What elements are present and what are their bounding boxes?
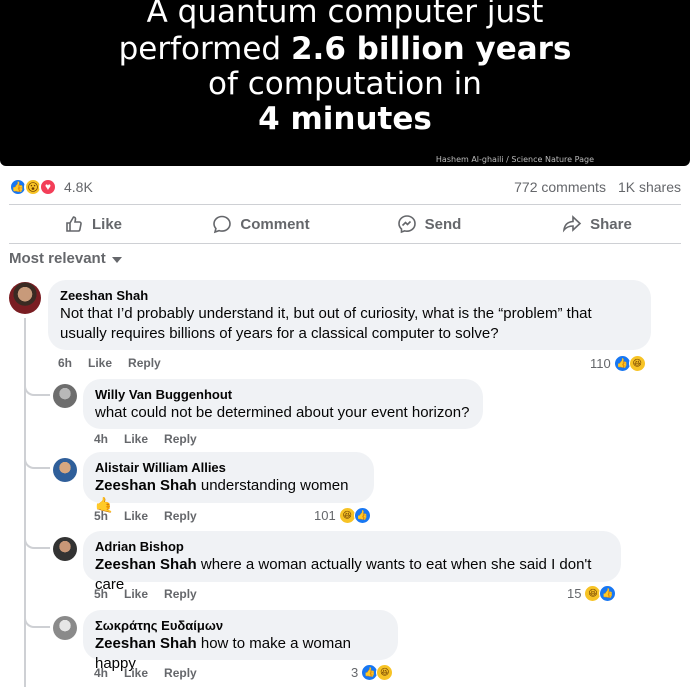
shares-count[interactable]: 1K shares <box>618 179 681 195</box>
comment-like-button[interactable]: Like <box>124 432 148 446</box>
caret-down-icon <box>111 256 122 263</box>
send-button[interactable]: Send <box>345 205 513 243</box>
comment-author[interactable]: Adrian Bishop <box>95 539 609 555</box>
comment-meta: 4h Like Reply <box>94 666 197 680</box>
post-actions: Like Comment Send Share <box>9 205 681 243</box>
comment-sort-dropdown[interactable]: Most relevant <box>9 250 122 267</box>
share-icon <box>563 215 582 233</box>
avatar[interactable] <box>53 458 77 482</box>
mention-tag[interactable]: Zeeshan Shah <box>95 635 197 652</box>
haha-icon: 😆 <box>628 355 646 372</box>
comment-reply-button[interactable]: Reply <box>164 587 197 601</box>
comment-author[interactable]: Willy Van Buggenhout <box>95 387 471 403</box>
like-button-label: Like <box>91 215 122 233</box>
send-button-label: Send <box>424 215 462 233</box>
comment-reply-button[interactable]: Reply <box>164 432 197 446</box>
reaction-count: 110 <box>590 356 611 371</box>
image-text-line-3: of computation in <box>208 66 482 102</box>
comments-count[interactable]: 772 comments <box>514 179 606 195</box>
haha-icon: 😆 <box>376 664 394 681</box>
comment-author[interactable]: Alistair William Allies <box>95 460 362 476</box>
mention-tag[interactable]: Zeeshan Shah <box>95 477 197 494</box>
comment-reply-button[interactable]: Reply <box>128 356 161 370</box>
comment-bubble: Σωκράτης Ευδαίμων Zeeshan Shah how to ma… <box>83 610 398 672</box>
comment-author[interactable]: Zeeshan Shah <box>60 288 639 304</box>
comment-time[interactable]: 5h <box>94 509 108 523</box>
like-icon: 👍 <box>353 507 371 524</box>
like-icon: 👍 <box>599 585 617 602</box>
messenger-icon <box>397 215 416 234</box>
comment-reactions[interactable]: 3 👍 😆 <box>351 664 394 681</box>
comment-meta: 4h Like Reply <box>94 432 197 446</box>
comment-time[interactable]: 5h <box>94 587 108 601</box>
post-image[interactable]: A quantum computer just performed 2.6 bi… <box>0 0 690 166</box>
reaction-count: 3 <box>351 665 359 680</box>
reactions-count[interactable]: 4.8K <box>64 179 93 195</box>
comment-body: understanding women <box>196 477 349 494</box>
comment-text: Not that I’d probably understand it, but… <box>60 305 592 342</box>
avatar[interactable] <box>53 537 77 561</box>
comment-like-button[interactable]: Like <box>124 509 148 523</box>
comment-reactions[interactable]: 15 😆 👍 <box>567 585 617 602</box>
avatar[interactable] <box>9 282 41 314</box>
image-credit: Hashem Al-ghaili / Science Nature Page <box>435 155 594 164</box>
comment-button-label: Comment <box>240 215 310 233</box>
reaction-icons[interactable]: 👍 😮 ♥ <box>9 178 57 196</box>
comment-meta: 5h Like Reply <box>94 509 197 523</box>
comment-reactions[interactable]: 110 👍 😆 <box>590 355 646 372</box>
post-stats-bar: 👍 😮 ♥ 4.8K 772 comments 1K shares <box>9 176 681 198</box>
love-icon: ♥ <box>39 178 57 196</box>
comment-icon <box>213 215 232 234</box>
comment-author[interactable]: Σωκράτης Ευδαίμων <box>95 618 386 634</box>
thumbs-up-icon <box>66 216 82 232</box>
comment-reply-button[interactable]: Reply <box>164 509 197 523</box>
comment-time[interactable]: 4h <box>94 666 108 680</box>
comment-bubble: Alistair William Allies Zeeshan Shah und… <box>83 452 374 514</box>
reaction-count: 15 <box>567 586 582 601</box>
comment-like-button[interactable]: Like <box>124 666 148 680</box>
thread-branch <box>24 535 50 549</box>
mention-tag[interactable]: Zeeshan Shah <box>95 556 197 573</box>
image-text-line-1: A quantum computer just <box>146 0 544 30</box>
comment-meta: 5h Like Reply <box>94 587 197 601</box>
sort-label: Most relevant <box>9 250 106 267</box>
image-text-line-2: performed 2.6 billion years <box>118 31 572 67</box>
reaction-count: 101 <box>314 508 336 523</box>
image-text-line-4: 4 minutes <box>258 101 432 137</box>
comment-time[interactable]: 6h <box>58 356 72 370</box>
comment-time[interactable]: 4h <box>94 432 108 446</box>
avatar[interactable] <box>53 384 77 408</box>
comment-button[interactable]: Comment <box>177 205 345 243</box>
thread-branch <box>24 455 50 469</box>
avatar[interactable] <box>53 616 77 640</box>
thread-branch <box>24 382 50 396</box>
thread-branch <box>24 614 50 628</box>
share-button-label: Share <box>590 215 632 233</box>
comment-bubble: Willy Van Buggenhout what could not be d… <box>83 379 483 429</box>
share-button[interactable]: Share <box>513 205 681 243</box>
comment-text: what could not be determined about your … <box>95 404 470 421</box>
comment-bubble: Adrian Bishop Zeeshan Shah where a woman… <box>83 531 621 593</box>
like-button[interactable]: Like <box>9 205 177 243</box>
comment-like-button[interactable]: Like <box>124 587 148 601</box>
comment-reactions[interactable]: 101 😆 👍 <box>314 507 371 524</box>
divider <box>9 243 681 244</box>
comment-bubble: Zeeshan Shah Not that I’d probably under… <box>48 280 651 350</box>
comment-like-button[interactable]: Like <box>88 356 112 370</box>
comment-reply-button[interactable]: Reply <box>164 666 197 680</box>
thread-line <box>24 318 26 687</box>
comment-meta: 6h Like Reply <box>58 356 161 370</box>
